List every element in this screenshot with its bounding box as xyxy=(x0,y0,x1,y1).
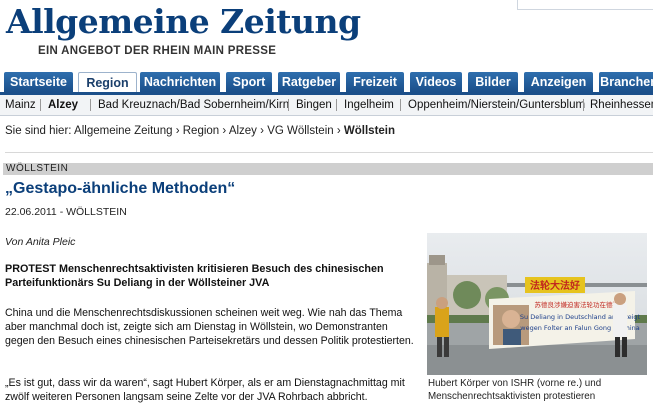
article-dateline: 22.06.2011 - WÖLLSTEIN xyxy=(5,206,127,218)
subnav-divider xyxy=(400,99,401,111)
subnav-divider xyxy=(288,99,289,111)
masthead: Allgemeine Zeitung EIN ANGEBOT DER RHEIN… xyxy=(0,0,653,72)
svg-text:法轮大法好: 法轮大法好 xyxy=(530,279,580,292)
subnav-item-oppenheim[interactable]: Oppenheim/Nierstein/Guntersblum xyxy=(408,95,585,115)
breadcrumb-separator: › xyxy=(222,125,227,137)
article-photo[interactable]: 法轮大法好 苏德良涉嫌迫害法轮功在德被告 Su Deliang in Deuts… xyxy=(427,233,647,375)
region-subnav: Mainz Alzey Bad Kreuznach/Bad Sobernheim… xyxy=(0,95,653,116)
subnav-divider xyxy=(583,99,584,111)
photo-caption: Hubert Körper von ISHR (vorne re.) und M… xyxy=(428,378,602,402)
article-author: Von Anita Pleic xyxy=(5,236,76,248)
subnav-divider xyxy=(40,99,41,111)
section-label: WÖLLSTEIN xyxy=(3,163,653,175)
svg-text:苏德良涉嫌迫害法轮功在德被告: 苏德良涉嫌迫害法轮功在德被告 xyxy=(535,300,627,309)
subnav-divider xyxy=(336,99,337,111)
site-logo[interactable]: Allgemeine Zeitung xyxy=(6,4,361,40)
tab-anzeigen[interactable]: Anzeigen xyxy=(524,72,593,92)
tab-startseite[interactable]: Startseite xyxy=(4,72,73,92)
breadcrumb: Sie sind hier: Allgemeine Zeitung › Regi… xyxy=(5,125,395,137)
article-paragraph: China und die Menschenrechtsdiskussionen… xyxy=(5,307,414,347)
breadcrumb-separator: › xyxy=(336,125,341,137)
tab-ratgeber[interactable]: Ratgeber xyxy=(278,72,340,92)
divider xyxy=(5,152,653,153)
tab-nachrichten[interactable]: Nachrichten xyxy=(140,72,220,92)
subnav-item-ingelheim[interactable]: Ingelheim xyxy=(344,95,394,115)
subnav-item-mainz[interactable]: Mainz xyxy=(5,95,36,115)
breadcrumb-item[interactable]: Alzey xyxy=(229,125,257,137)
protest-photo: 法轮大法好 苏德良涉嫌迫害法轮功在德被告 Su Deliang in Deuts… xyxy=(427,233,647,375)
main-navigation: Startseite Region Nachrichten Sport Ratg… xyxy=(0,72,653,93)
tab-freizeit[interactable]: Freizeit xyxy=(346,72,404,92)
subnav-item-rheinhessen[interactable]: Rheinhessen xyxy=(590,95,653,115)
site-tagline: EIN ANGEBOT DER RHEIN MAIN PRESSE xyxy=(38,45,277,57)
tab-sport[interactable]: Sport xyxy=(226,72,272,92)
breadcrumb-separator: › xyxy=(175,125,180,137)
article-lead: PROTEST Menschenrechtsaktivisten kritisi… xyxy=(5,263,384,289)
header-utility-box xyxy=(517,0,653,10)
subnav-item-bad-kreuznach[interactable]: Bad Kreuznach/Bad Sobernheim/Kirn xyxy=(98,95,289,115)
breadcrumb-prefix: Sie sind hier: xyxy=(5,125,72,137)
tab-bilder[interactable]: Bilder xyxy=(468,72,518,92)
tab-videos[interactable]: Videos xyxy=(410,72,462,92)
article-headline: „Gestapo-ähnliche Methoden“ xyxy=(5,180,236,197)
article-paragraph: „Es ist gut, dass wir da waren“, sagt Hu… xyxy=(5,377,405,403)
subnav-item-alzey[interactable]: Alzey xyxy=(48,95,78,115)
breadcrumb-separator: › xyxy=(260,125,264,137)
subnav-item-bingen[interactable]: Bingen xyxy=(296,95,332,115)
subnav-divider xyxy=(90,99,91,111)
breadcrumb-current: Wöllstein xyxy=(343,125,396,137)
breadcrumb-item[interactable]: Allgemeine Zeitung xyxy=(74,125,172,137)
breadcrumb-item[interactable]: Region xyxy=(183,125,219,137)
tab-branchen[interactable]: Branchen xyxy=(599,72,653,92)
breadcrumb-item[interactable]: VG Wöllstein xyxy=(267,125,333,137)
tab-region[interactable]: Region xyxy=(78,72,137,93)
